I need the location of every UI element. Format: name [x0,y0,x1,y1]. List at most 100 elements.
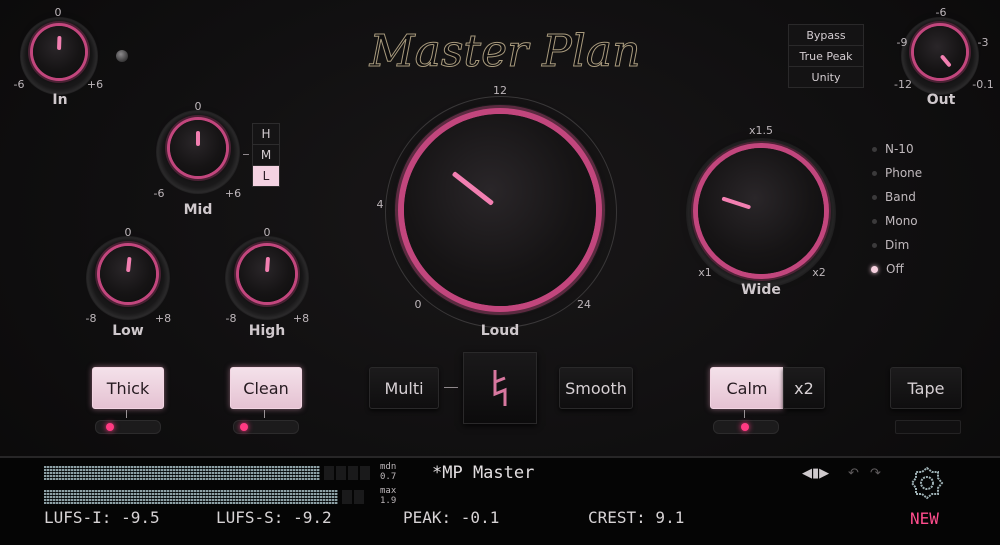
preset-name[interactable]: *MP Master [432,463,534,483]
loud-knob-label: Loud [480,323,520,339]
master-plan-plugin: Master Plan Bypass True Peak Unity 0 -6 … [0,0,1000,545]
wide-tick-center: x1.5 [748,124,773,137]
monitor-led-active [871,266,878,273]
mode-logo-button[interactable] [463,352,537,424]
mid-band-h[interactable]: H [252,123,280,145]
meter-fill [44,466,320,480]
app-title: Master Plan [369,26,641,78]
mid-knob-label: Mid [183,202,213,218]
loud-tick-4: 4 [376,198,384,211]
clean-button[interactable]: Clean [230,367,302,409]
out-tick-minus3: -3 [977,36,989,49]
out-knob-pointer [939,54,952,68]
loud-tick-12: 12 [493,84,507,97]
input-led-indicator [116,50,128,62]
in-tick-min: -6 [13,78,25,91]
low-knob-label: Low [112,323,144,339]
meter2-readout: max 1.9 [380,486,396,506]
true-peak-toggle[interactable]: True Peak [788,45,864,67]
monitor-mono[interactable]: Mono [872,214,918,228]
peak-readout: PEAK: -0.1 [403,508,500,527]
out-tick-min: -12 [894,78,912,91]
thick-slider[interactable] [95,420,161,434]
meter-segment [336,466,346,480]
calm-slider[interactable] [713,420,779,434]
clean-slider-tick [264,410,265,418]
calm-button[interactable]: Calm [710,367,784,409]
wide-tick-max: x2 [812,266,826,279]
wide-knob-label: Wide [741,282,781,298]
high-knob-label: High [248,323,286,339]
meter-segment [360,466,370,480]
high-tick-max: +8 [292,312,310,325]
thick-slider-tick [126,410,127,418]
monitor-led [872,219,877,224]
meter2-value: 1.9 [380,496,397,506]
multi-button[interactable]: Multi [369,367,439,409]
multi-connector [444,387,458,388]
out-knob-label: Out [926,92,956,108]
mid-band-connector [243,154,249,155]
meter-segment [354,490,364,504]
calm-slider-tick [744,410,745,418]
thick-button[interactable]: Thick [92,367,164,409]
loud-tick-0: 0 [414,298,422,311]
monitor-led [872,171,877,176]
monitor-band[interactable]: Band [872,190,916,204]
in-tick-max: +6 [86,78,104,91]
low-tick-center: 0 [124,226,132,239]
preset-nav-arrows-icon[interactable]: ◀▮▶ [802,466,829,481]
meter-segment [324,466,334,480]
monitor-led [872,195,877,200]
in-knob-pointer [57,35,62,51]
mid-band-l[interactable]: L [252,165,280,187]
monitor-phone[interactable]: Phone [872,166,922,180]
mid-tick-center: 0 [194,100,202,113]
monitor-n10[interactable]: N-10 [872,142,914,156]
status-bar: mdn 0.7 max 1.9 *MP Master ◀▮▶ ↶ ↷ NEW [0,456,1000,545]
tape-slider[interactable] [895,420,961,434]
gear-icon [910,466,944,500]
bypass-toggle[interactable]: Bypass [788,24,864,46]
redo-icon[interactable]: ↷ [870,466,881,481]
lufs-short-term: LUFS-S: -9.2 [216,508,332,527]
monitor-dim[interactable]: Dim [872,238,909,252]
unity-toggle[interactable]: Unity [788,66,864,88]
calm-x2-button[interactable]: x2 [783,367,825,409]
mode-logo-icon [493,370,507,406]
loud-tick-24: 24 [577,298,591,311]
crest-readout: CREST: 9.1 [588,508,685,527]
calm-slider-led [741,423,749,431]
tape-button[interactable]: Tape [890,367,962,409]
low-tick-max: +8 [154,312,172,325]
clean-slider[interactable] [233,420,299,434]
high-tick-min: -8 [225,312,237,325]
high-tick-center: 0 [263,226,271,239]
smooth-button[interactable]: Smooth [559,367,633,409]
mid-knob-pointer [196,131,200,146]
meter1-readout: mdn 0.7 [380,462,396,482]
mid-tick-max: +6 [224,187,242,200]
wide-knob-pointer [721,196,752,210]
settings-gear-icon[interactable] [910,466,944,500]
loud-knob-pointer [451,171,495,206]
monitor-led [872,147,877,152]
loudness-meter-top [44,466,370,480]
meter2-label: max [380,486,397,496]
out-tick-minus9: -9 [896,36,908,49]
out-tick-center: -6 [935,6,947,19]
meter-segment [342,490,352,504]
high-knob-pointer [265,256,271,273]
new-badge: NEW [910,509,939,528]
mid-band-m[interactable]: M [252,144,280,166]
undo-icon[interactable]: ↶ [848,466,859,481]
out-tick-max: -0.1 [972,78,994,91]
low-tick-min: -8 [85,312,97,325]
loudness-meter-bottom [44,490,370,504]
clean-slider-led [240,423,248,431]
lufs-integrated: LUFS-I: -9.5 [44,508,160,527]
meter-segment [348,466,358,480]
meter-fill [44,490,338,504]
wide-tick-min: x1 [698,266,712,279]
monitor-off[interactable]: Off [871,262,904,276]
